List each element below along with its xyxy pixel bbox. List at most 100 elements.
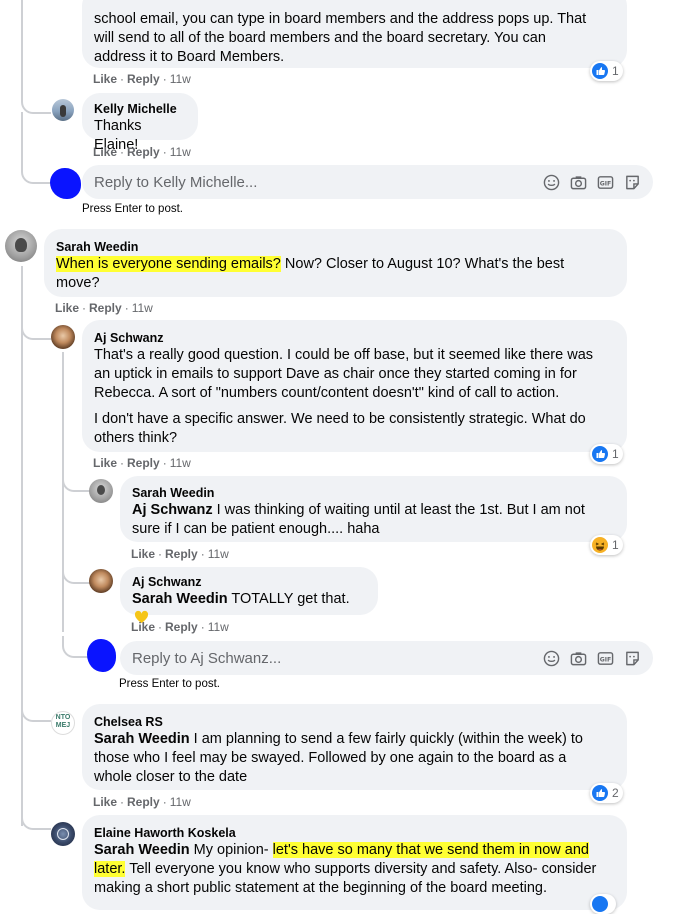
haha-icon [592, 537, 608, 553]
comment-text: I am planning to send a few fairly quick… [189, 731, 583, 747]
comment-author[interactable]: Elaine Haworth Koskela [94, 825, 615, 841]
press-enter-hint: Press Enter to post. [82, 203, 183, 215]
timestamp[interactable]: 11w [170, 795, 191, 809]
comment-author[interactable]: Chelsea RS [94, 714, 615, 730]
like-icon [592, 446, 608, 462]
reply-link[interactable]: Reply [127, 72, 160, 86]
sticker-icon[interactable] [624, 650, 641, 667]
reply-input[interactable]: Reply to Kelly Michelle... GIF [82, 165, 653, 199]
like-link[interactable]: Like [93, 456, 117, 470]
camera-icon[interactable] [570, 174, 587, 191]
comment-author[interactable]: Kelly Michelle [94, 101, 186, 117]
emoji-icon[interactable] [543, 174, 560, 191]
thread-line [62, 352, 64, 632]
avatar[interactable] [5, 230, 37, 262]
timestamp[interactable]: 11w [208, 547, 229, 561]
svg-text:GIF: GIF [600, 180, 612, 187]
reply-link[interactable]: Reply [165, 547, 198, 561]
like-link[interactable]: Like [55, 301, 79, 315]
thread-curve [62, 562, 90, 584]
comment-text: Now? Closer to August 10? What's the bes… [280, 256, 565, 272]
gif-icon[interactable]: GIF [597, 650, 614, 667]
comment-bubble: Aj Schwanz That's a really good question… [82, 320, 627, 452]
reply-input[interactable]: Reply to Aj Schwanz... GIF [120, 641, 653, 675]
thread-line [21, 0, 23, 100]
thread-line [21, 266, 23, 826]
reaction-count[interactable]: 2 [590, 783, 623, 803]
reply-placeholder: Reply to Kelly Michelle... [94, 173, 258, 191]
avatar[interactable] [51, 822, 75, 846]
reaction-count[interactable] [590, 894, 616, 914]
comment-author[interactable]: Sarah Weedin [132, 485, 615, 501]
comment-text: Tell everyone you know who supports dive… [125, 861, 597, 877]
thread-curve [21, 160, 51, 184]
comment-text: move? [56, 275, 100, 291]
redacted-avatar [87, 639, 116, 672]
sticker-icon[interactable] [624, 174, 641, 191]
comment-actions: Like · Reply · 11w [93, 795, 191, 809]
reply-link[interactable]: Reply [127, 145, 160, 159]
svg-text:GIF: GIF [600, 656, 612, 663]
avatar[interactable] [51, 325, 75, 349]
like-link[interactable]: Like [93, 145, 117, 159]
comment-text-line: will send to all of the board members an… [94, 30, 546, 46]
thread-curve [21, 700, 51, 722]
avatar-logo-text: NTO MEJ [55, 714, 71, 729]
avatar[interactable] [52, 99, 74, 121]
comment-author[interactable]: Sarah Weedin [56, 239, 615, 255]
reply-link[interactable]: Reply [127, 795, 160, 809]
comment-bubble: school email, you can type in board memb… [82, 0, 627, 68]
avatar[interactable] [89, 479, 113, 503]
comment-bubble: Kelly Michelle Thanks Elaine! [82, 93, 198, 153]
reply-link[interactable]: Reply [89, 301, 122, 315]
timestamp[interactable]: 11w [208, 620, 229, 634]
comment-bubble: Chelsea RS Sarah Weedin I am planning to… [82, 704, 627, 790]
highlighted-text: When is everyone sending emails? [56, 256, 281, 272]
timestamp[interactable]: 11w [132, 301, 153, 315]
comment-actions: Like · Reply · 11w [55, 301, 153, 315]
like-link[interactable]: Like [93, 72, 117, 86]
comment-text: My opinion- [189, 842, 273, 858]
emoji-icon[interactable] [543, 650, 560, 667]
thread-curve [62, 636, 90, 658]
mention[interactable]: Aj Schwanz [132, 502, 213, 518]
comment-text-line: an uptick in emails to support Dave as c… [94, 366, 577, 382]
comment-text-line: address it to Board Members. [94, 49, 285, 65]
comment-text-line: school email, you can type in board memb… [94, 11, 587, 27]
like-icon [592, 785, 608, 801]
reply-link[interactable]: Reply [127, 456, 160, 470]
comment-author[interactable]: Aj Schwanz [94, 330, 615, 346]
timestamp[interactable]: 11w [170, 456, 191, 470]
comment-text: TOTALLY get that. [227, 591, 350, 607]
timestamp[interactable]: 11w [170, 72, 191, 86]
reaction-count[interactable]: 1 [590, 444, 623, 464]
comment-bubble: Elaine Haworth Koskela Sarah Weedin My o… [82, 815, 627, 910]
thread-curve [21, 318, 51, 340]
redacted-avatar [50, 168, 81, 199]
mention[interactable]: Sarah Weedin [94, 731, 190, 747]
like-icon [592, 896, 608, 912]
comment-bubble: Sarah Weedin Aj Schwanz I was thinking o… [120, 476, 627, 542]
mention[interactable]: Sarah Weedin [132, 591, 228, 607]
timestamp[interactable]: 11w [170, 145, 191, 159]
like-link[interactable]: Like [131, 620, 155, 634]
reply-link[interactable]: Reply [165, 620, 198, 634]
comment-text-line: That's a really good question. I could b… [94, 347, 594, 363]
avatar[interactable] [89, 569, 113, 593]
highlighted-text: later. [94, 861, 126, 877]
reaction-count[interactable]: 1 [590, 535, 623, 555]
like-link[interactable]: Like [131, 547, 155, 561]
comment-actions: Like · Reply · 11w [93, 456, 191, 470]
comment-author[interactable]: Aj Schwanz [132, 574, 366, 590]
comment-text: I was thinking of waiting until at least… [212, 502, 585, 518]
reply-placeholder: Reply to Aj Schwanz... [132, 649, 282, 667]
mention[interactable]: Sarah Weedin [94, 842, 190, 858]
reaction-count[interactable]: 1 [590, 61, 623, 81]
gif-icon[interactable]: GIF [597, 174, 614, 191]
thread-curve [62, 470, 90, 492]
avatar[interactable]: NTO MEJ [51, 711, 75, 735]
like-link[interactable]: Like [93, 795, 117, 809]
thread-curve [21, 90, 51, 114]
camera-icon[interactable] [570, 650, 587, 667]
comment-text: making a short public statement at the b… [94, 880, 548, 896]
